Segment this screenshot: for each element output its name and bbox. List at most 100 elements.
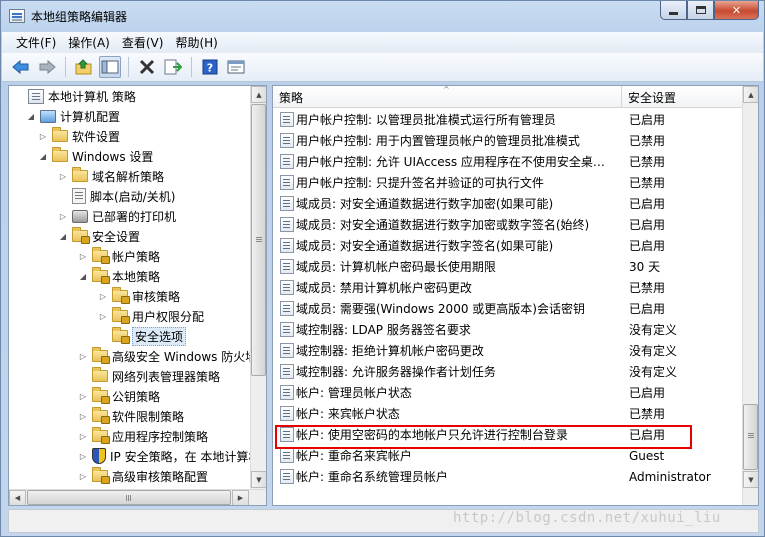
properties-button[interactable] bbox=[225, 56, 247, 78]
tree-item[interactable]: ▷ 审核策略 bbox=[97, 286, 180, 306]
locked-folder-icon bbox=[92, 267, 110, 284]
expand-arrow-icon[interactable]: ▷ bbox=[77, 452, 89, 461]
tree-item[interactable]: 网络列表管理器策略 bbox=[77, 366, 220, 386]
policy-row[interactable]: 域成员: 对安全通道数据进行数字加密(如果可能) 已启用 bbox=[273, 193, 743, 214]
expand-arrow-icon[interactable]: ▷ bbox=[97, 312, 109, 321]
locked-folder-icon bbox=[92, 467, 110, 484]
list-header: ^ 策略 安全设置 bbox=[273, 86, 743, 108]
policy-row[interactable]: 域成员: 计算机帐户密码最长使用期限 30 天 bbox=[273, 256, 743, 277]
tree-item[interactable]: ▷ 软件设置 bbox=[37, 126, 120, 146]
export-list-button[interactable] bbox=[162, 56, 184, 78]
scroll-thumb[interactable] bbox=[251, 104, 266, 376]
close-button[interactable]: ✕ bbox=[714, 1, 759, 20]
watermark: http://blog.csdn.net/xuhui_liu bbox=[453, 510, 721, 526]
policy-row[interactable]: 用户帐户控制: 以管理员批准模式运行所有管理员 已启用 bbox=[273, 109, 743, 130]
policy-row[interactable]: 帐户: 重命名系统管理员帐户 Administrator bbox=[273, 466, 743, 487]
expand-arrow-icon[interactable]: ▷ bbox=[97, 292, 109, 301]
show-hide-tree-button[interactable] bbox=[99, 56, 121, 78]
policy-name: 帐户: 重命名来宾帐户 bbox=[296, 449, 412, 463]
tree-item[interactable]: ▷ 软件限制策略 bbox=[77, 406, 184, 426]
scroll-down-button[interactable]: ▼ bbox=[251, 471, 266, 488]
collapse-arrow-icon[interactable]: ◢ bbox=[25, 112, 37, 121]
maximize-button[interactable] bbox=[687, 1, 714, 20]
policy-row[interactable]: 帐户: 管理员帐户状态 已启用 bbox=[273, 382, 743, 403]
collapse-arrow-icon[interactable]: ◢ bbox=[37, 152, 49, 161]
expand-arrow-icon[interactable]: ▷ bbox=[57, 172, 69, 181]
tree-item[interactable]: ▷ 帐户策略 bbox=[77, 246, 160, 266]
menu-view[interactable]: 查看(V) bbox=[116, 34, 170, 51]
tree-item[interactable]: ▷ 已部署的打印机 bbox=[57, 206, 176, 226]
menu-help[interactable]: 帮助(H) bbox=[169, 34, 223, 51]
back-button[interactable] bbox=[10, 56, 32, 78]
up-one-level-button[interactable] bbox=[73, 56, 95, 78]
column-header-policy[interactable]: 策略 bbox=[273, 86, 622, 108]
policy-row[interactable]: 用户帐户控制: 用于内置管理员帐户的管理员批准模式 已禁用 bbox=[273, 130, 743, 151]
policy-row[interactable]: 域成员: 禁用计算机帐户密码更改 已禁用 bbox=[273, 277, 743, 298]
scroll-up-button[interactable]: ▲ bbox=[251, 86, 266, 103]
policy-row[interactable]: 域成员: 对安全通道数据进行数字加密或数字签名(始终) 已启用 bbox=[273, 214, 743, 235]
policy-item-icon bbox=[280, 259, 294, 274]
menu-file[interactable]: 文件(F) bbox=[10, 34, 62, 51]
policy-row[interactable]: 用户帐户控制: 允许 UIAccess 应用程序在不使用安全桌面... 已禁用 bbox=[273, 151, 743, 172]
policy-item-icon bbox=[280, 301, 294, 316]
expand-arrow-icon[interactable]: ▷ bbox=[77, 412, 89, 421]
tree-item[interactable]: ▷ 高级安全 Windows 防火墙 bbox=[77, 346, 257, 366]
tree-item[interactable]: 脚本(启动/关机) bbox=[57, 186, 175, 206]
column-header-security-setting[interactable]: 安全设置 bbox=[622, 86, 743, 108]
security-setting-value: 已禁用 bbox=[629, 134, 666, 148]
policy-row[interactable]: 域成员: 需要强(Windows 2000 或更高版本)会话密钥 已启用 bbox=[273, 298, 743, 319]
tree-horizontal-scrollbar[interactable]: ◀ ▶ bbox=[9, 489, 266, 505]
tree-item[interactable]: 安全选项 bbox=[97, 326, 187, 346]
minimize-button[interactable] bbox=[660, 1, 687, 20]
collapse-arrow-icon[interactable]: ◢ bbox=[57, 232, 69, 241]
tree-item[interactable]: ◢ 安全设置 bbox=[57, 226, 140, 246]
expand-arrow-icon[interactable]: ▷ bbox=[77, 392, 89, 401]
tree-item-label: 高级安全 Windows 防火墙 bbox=[112, 349, 258, 364]
expand-arrow-icon[interactable]: ▷ bbox=[77, 472, 89, 481]
policy-item-icon bbox=[280, 133, 294, 148]
policy-row[interactable]: 域成员: 对安全通道数据进行数字签名(如果可能) 已启用 bbox=[273, 235, 743, 256]
tree-item[interactable]: ▷ 应用程序控制策略 bbox=[77, 426, 208, 446]
policy-row[interactable]: 帐户: 来宾帐户状态 已禁用 bbox=[273, 403, 743, 424]
scroll-left-button[interactable]: ◀ bbox=[9, 490, 26, 505]
tree-item[interactable]: 本地计算机 策略 bbox=[13, 86, 136, 106]
console-tree-pane: 本地计算机 策略 ◢ 计算机配置 ▷ 软件设置 ◢ Windows 设置 ▷ 域名解析策略 脚本(… bbox=[8, 85, 267, 506]
tree-item[interactable]: ▷ 用户权限分配 bbox=[97, 306, 204, 326]
menu-action[interactable]: 操作(A) bbox=[62, 34, 116, 51]
expand-arrow-icon[interactable]: ▷ bbox=[37, 132, 49, 141]
tree-item[interactable]: ▷ IP 安全策略，在 本地计算机 bbox=[77, 446, 260, 466]
tree-item[interactable]: ▷ 域名解析策略 bbox=[57, 166, 164, 186]
horizontal-scroll-thumb[interactable] bbox=[27, 490, 231, 505]
delete-button[interactable] bbox=[136, 56, 158, 78]
policy-row[interactable]: 域控制器: LDAP 服务器签名要求 没有定义 bbox=[273, 319, 743, 340]
tree-item[interactable]: ◢ 本地策略 bbox=[77, 266, 160, 286]
tree-item[interactable]: ◢ 计算机配置 bbox=[25, 106, 120, 126]
expand-arrow-icon[interactable]: ▷ bbox=[77, 352, 89, 361]
scroll-down-button[interactable]: ▼ bbox=[743, 471, 758, 488]
security-setting-value: 已禁用 bbox=[629, 176, 666, 190]
folder-icon bbox=[52, 127, 68, 142]
policy-row[interactable]: 用户帐户控制: 只提升签名并验证的可执行文件 已禁用 bbox=[273, 172, 743, 193]
scroll-thumb[interactable] bbox=[743, 404, 758, 470]
tree-item[interactable]: ▷ 高级审核策略配置 bbox=[77, 466, 208, 486]
list-vertical-scrollbar[interactable]: ▲ ▼ bbox=[742, 86, 758, 505]
expand-arrow-icon[interactable]: ▷ bbox=[77, 252, 89, 261]
tree-item-label: 安全设置 bbox=[92, 229, 141, 244]
forward-button[interactable] bbox=[36, 56, 58, 78]
title-bar[interactable]: 本地组策略编辑器 ✕ bbox=[1, 1, 764, 31]
expand-arrow-icon[interactable]: ▷ bbox=[77, 432, 89, 441]
tree-vertical-scrollbar[interactable]: ▲ ▼ bbox=[250, 86, 266, 489]
scroll-right-button[interactable]: ▶ bbox=[232, 490, 249, 505]
scroll-up-icon: ▲ bbox=[256, 90, 262, 99]
help-button[interactable]: ? bbox=[199, 56, 221, 78]
tree-item[interactable]: ▷ 公钥策略 bbox=[77, 386, 160, 406]
collapse-arrow-icon[interactable]: ◢ bbox=[77, 272, 89, 281]
menu-bar: 文件(F) 操作(A) 查看(V) 帮助(H) bbox=[2, 32, 763, 53]
policy-row[interactable]: 域控制器: 拒绝计算机帐户密码更改 没有定义 bbox=[273, 340, 743, 361]
expand-arrow-icon[interactable]: ▷ bbox=[57, 212, 69, 221]
policy-row[interactable]: 域控制器: 允许服务器操作者计划任务 没有定义 bbox=[273, 361, 743, 382]
scroll-up-button[interactable]: ▲ bbox=[743, 86, 758, 103]
tree-item[interactable]: ◢ Windows 设置 bbox=[37, 146, 153, 166]
policy-name: 域控制器: LDAP 服务器签名要求 bbox=[296, 323, 471, 337]
tree-item-label: 网络列表管理器策略 bbox=[112, 369, 221, 384]
